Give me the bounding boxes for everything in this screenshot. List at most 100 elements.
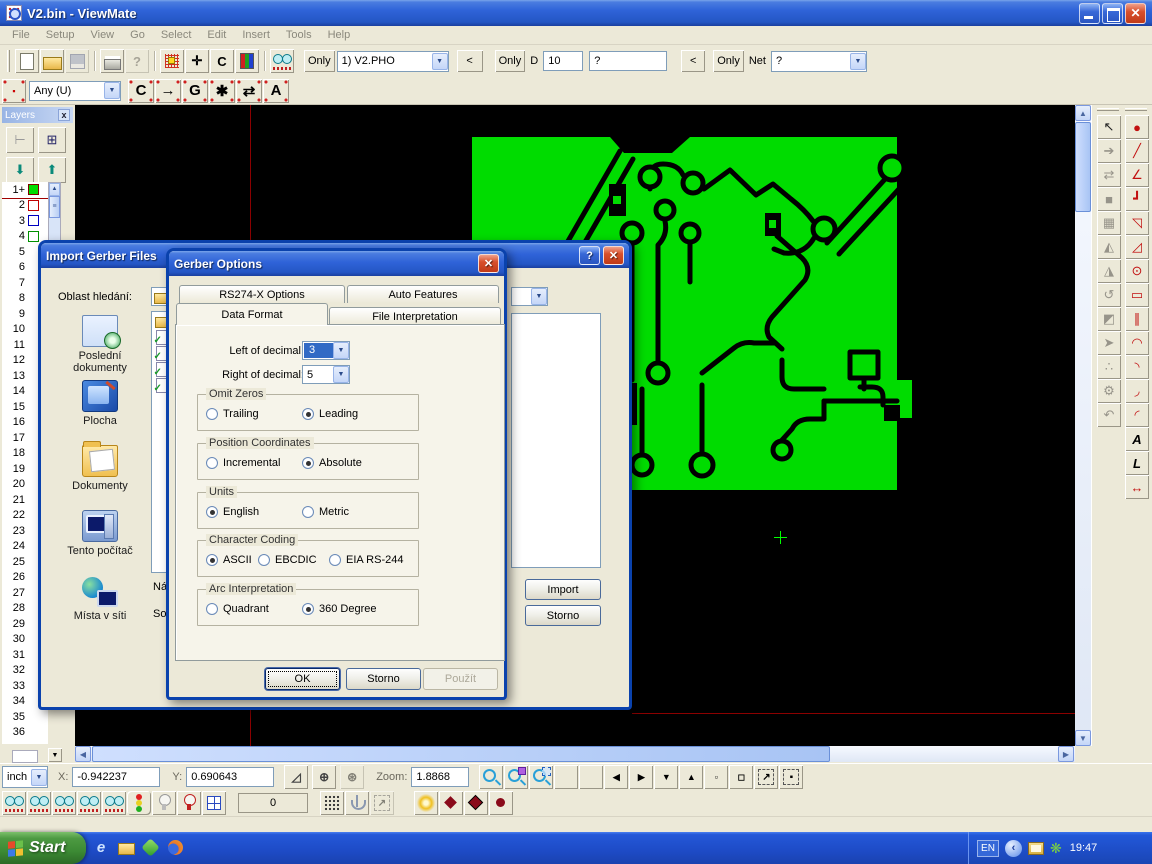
net-combo[interactable]: ? [771, 51, 867, 72]
layer-table-button[interactable]: ⊞ [38, 127, 66, 153]
radio-trailing[interactable] [206, 408, 218, 420]
cancel-button[interactable]: Storno [346, 668, 421, 690]
unit-combo[interactable]: inch [2, 766, 48, 788]
ie-icon[interactable]: e [92, 839, 110, 857]
draw-text-tool[interactable]: A [1125, 427, 1149, 451]
layer-row[interactable]: 36 [2, 725, 48, 741]
print-button[interactable] [100, 49, 124, 73]
menu-item[interactable]: Tools [278, 27, 320, 43]
menu-item[interactable]: Help [320, 27, 359, 43]
y-coordinate-field[interactable]: 0.690643 [186, 767, 274, 787]
draw-pad-tool[interactable]: ● [1125, 115, 1149, 139]
mirror-x-tool[interactable]: ◭ [1097, 235, 1121, 259]
draw-circle-tool[interactable]: ⊙ [1125, 259, 1149, 283]
layer-combo[interactable]: 1) V2.PHO [337, 51, 449, 72]
board-extents-icon[interactable]: ▫ [704, 765, 728, 789]
pad-diamond-outline-icon[interactable] [464, 791, 488, 815]
aperture-view-button[interactable] [160, 49, 184, 73]
draw-corner-trace-tool[interactable]: ┛ [1125, 187, 1149, 211]
close-button[interactable]: ✕ [1125, 3, 1146, 24]
layer-list-scroll-corner[interactable] [12, 750, 38, 763]
scroll-thumb[interactable] [1075, 122, 1091, 212]
tab-data-format[interactable]: Data Format [176, 303, 328, 325]
menu-item[interactable]: Select [153, 27, 200, 43]
right-of-decimal-combo[interactable]: 5 [302, 365, 350, 384]
chevron-down-icon[interactable] [31, 769, 47, 786]
dcode-display-field[interactable]: 0 [238, 793, 308, 813]
rotate-tool[interactable]: ↺ [1097, 283, 1121, 307]
select-flash-mode-button[interactable]: ✱ [209, 79, 235, 103]
vertical-scrollbar[interactable]: ▲ ▼ [1075, 105, 1091, 746]
maximize-button[interactable] [1102, 3, 1123, 24]
place-network[interactable]: Místa v síti [51, 575, 149, 622]
start-button[interactable]: Start [0, 832, 86, 864]
layer-color-chip[interactable] [28, 200, 39, 211]
select-pointer-tool[interactable]: ↖ [1097, 115, 1121, 139]
open-file-button[interactable] [40, 49, 64, 73]
layer-row[interactable]: 2 [2, 198, 48, 214]
fine-grid-toggle-icon[interactable] [579, 765, 603, 789]
save-file-button[interactable] [65, 49, 89, 73]
taskbar-clock[interactable]: 19:47 [1070, 842, 1098, 854]
layer-scrollbar[interactable]: ▲ ≡ [48, 182, 61, 246]
layer-scroll-down-button[interactable]: ▼ [48, 748, 62, 762]
anchor-icon[interactable] [345, 791, 369, 815]
scroll-down-icon[interactable]: ▼ [1075, 730, 1091, 746]
left-of-decimal-combo[interactable]: 3 [302, 341, 350, 360]
draw-parallel-tool[interactable]: ∥ [1125, 307, 1149, 331]
scroll-thumb[interactable]: ≡ [49, 196, 60, 218]
menu-item[interactable]: View [82, 27, 122, 43]
radio-leading[interactable] [302, 408, 314, 420]
x-coordinate-field[interactable]: -0.942237 [72, 767, 160, 787]
layer-row[interactable]: 35 [2, 709, 48, 725]
place-documents[interactable]: Dokumenty [51, 445, 149, 492]
c-aperture-button[interactable]: C [210, 49, 234, 73]
pan-left-icon[interactable]: ◀ [604, 765, 628, 789]
radio-eia-rs244[interactable] [329, 554, 341, 566]
layer-row[interactable]: 3 [2, 213, 48, 229]
cancel-button[interactable]: Storno [525, 605, 601, 626]
view-traces-icon[interactable] [27, 791, 51, 815]
layer-colors-button[interactable] [235, 49, 259, 73]
select-filter-combo[interactable]: Any (U) [29, 81, 121, 101]
pan-up-icon[interactable]: ▲ [679, 765, 703, 789]
radio-metric[interactable] [302, 506, 314, 518]
help-icon[interactable]: ? [579, 246, 600, 265]
menu-item[interactable]: Edit [199, 27, 234, 43]
place-my-computer[interactable]: Tento počítač [51, 510, 149, 557]
chevron-down-icon[interactable] [104, 82, 120, 99]
import-button[interactable]: Import [525, 579, 601, 600]
relative-origin-button[interactable]: ⊛ [340, 765, 364, 789]
tile-windows-icon[interactable] [202, 791, 226, 815]
draw-arc-cw-tool[interactable]: ◝ [1125, 355, 1149, 379]
move-tool[interactable]: ⇄ [1097, 163, 1121, 187]
chevron-down-icon[interactable] [850, 53, 866, 70]
place-recent-documents[interactable]: Poslední dokumenty [51, 315, 149, 374]
scroll-up-icon[interactable]: ▲ [49, 183, 60, 196]
chevron-down-icon[interactable] [333, 366, 349, 383]
zoom-selection-icon[interactable] [529, 765, 553, 789]
layer-color-chip[interactable] [28, 215, 39, 226]
layer-up-button[interactable]: ⬆ [38, 157, 66, 183]
scroll-up-icon[interactable]: ▲ [1075, 105, 1091, 121]
scroll-right-icon[interactable]: ▶ [1058, 746, 1074, 762]
select-g-mode-button[interactable]: G [182, 79, 208, 103]
pick-tool-button[interactable]: ✛ [185, 49, 209, 73]
layer-color-chip[interactable] [28, 184, 39, 195]
toolbar-grip[interactable] [1125, 108, 1147, 111]
zoom-window-icon[interactable] [504, 765, 528, 789]
tray-collapse-icon[interactable]: ‹ [1005, 840, 1022, 857]
minimize-button[interactable] [1079, 3, 1100, 24]
draw-arc-ccw-tool[interactable]: ◞ [1125, 379, 1149, 403]
radio-ebcdic[interactable] [258, 554, 270, 566]
menu-item[interactable]: Setup [38, 27, 83, 43]
radio-english[interactable] [206, 506, 218, 518]
draw-arc-tool[interactable]: ◠ [1125, 331, 1149, 355]
draw-sketch-tool[interactable]: ◜ [1125, 403, 1149, 427]
green-app-icon[interactable] [142, 839, 160, 857]
move-to-layer-tool[interactable]: ➤ [1097, 331, 1121, 355]
draw-angle-line-tool[interactable]: ∠ [1125, 163, 1149, 187]
copy-tool[interactable]: ➔ [1097, 139, 1121, 163]
menu-item[interactable]: Insert [234, 27, 278, 43]
select-c-mode-button[interactable]: C [128, 79, 154, 103]
